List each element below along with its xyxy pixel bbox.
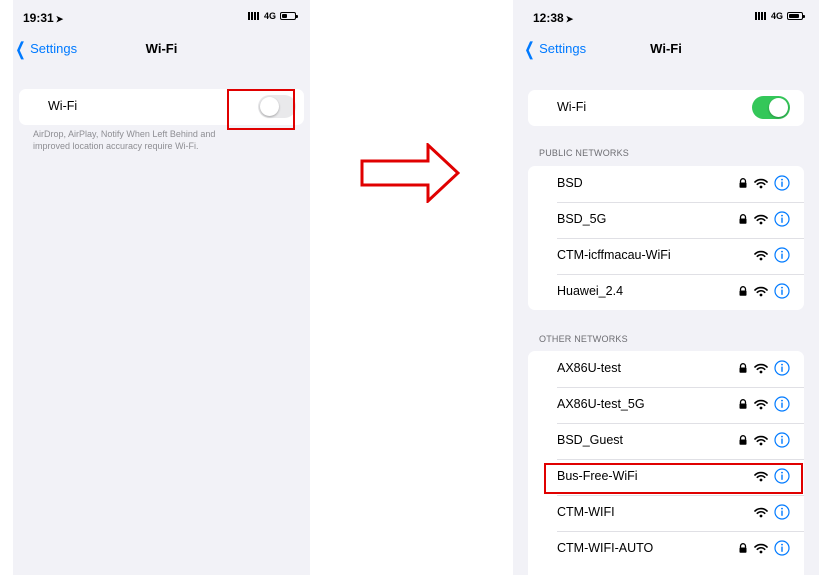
- network-status-icons: [738, 396, 790, 412]
- phone-screen-left: 19:31 ➤ 4G ❮ Settings Wi-Fi Wi-Fi AirDrop…: [13, 0, 310, 575]
- info-icon[interactable]: [774, 396, 790, 412]
- location-arrow-icon: ➤: [55, 14, 64, 24]
- wifi-cell: Wi-Fi: [528, 90, 804, 126]
- network-row[interactable]: CTM-WIFI-AUTO: [528, 531, 804, 567]
- network-name: Huawei_2.4: [557, 284, 624, 298]
- network-row[interactable]: AX86U-test_5G: [528, 387, 804, 423]
- location-arrow-icon: ➤: [565, 14, 574, 24]
- wifi-icon: [754, 250, 768, 260]
- right-arrow-icon: [360, 143, 460, 203]
- wifi-icon: [754, 543, 768, 553]
- network-name: BSD: [557, 176, 583, 190]
- navigation-bar: ❮ Settings Wi-Fi: [13, 40, 310, 60]
- network-status-icons: [738, 211, 790, 227]
- public-networks-list: BSD BSD_5G CTM-icffmacau-WiFi Huawei_2.4: [528, 166, 804, 310]
- wifi-icon: [754, 286, 768, 296]
- network-row[interactable]: Huawei_2.4: [528, 274, 804, 310]
- status-time: 12:38 ➤: [533, 11, 573, 25]
- info-icon[interactable]: [774, 175, 790, 191]
- network-name: CTM-icffmacau-WiFi: [557, 248, 671, 262]
- wifi-row: Wi-Fi: [528, 90, 804, 126]
- network-name: BSD_Guest: [557, 433, 624, 447]
- info-icon[interactable]: [774, 211, 790, 227]
- chevron-left-icon: ❮: [524, 38, 535, 59]
- wifi-toggle[interactable]: [752, 96, 790, 119]
- network-row[interactable]: CTM-WIFI: [528, 495, 804, 531]
- wifi-icon: [754, 435, 768, 445]
- signal-icon: [247, 12, 260, 20]
- wifi-label: Wi-Fi: [48, 99, 78, 113]
- info-icon[interactable]: [774, 504, 790, 520]
- highlight-bus-free-wifi: [544, 463, 803, 494]
- network-row[interactable]: BSD_5G: [528, 202, 804, 238]
- lock-icon: [739, 178, 747, 188]
- highlight-wifi-toggle: [227, 89, 295, 130]
- lock-icon: [739, 286, 747, 296]
- info-icon[interactable]: [774, 540, 790, 556]
- public-networks-header: PUBLIC NETWORKS: [539, 148, 630, 158]
- wifi-icon: [754, 507, 768, 517]
- back-label: Settings: [539, 41, 587, 56]
- lock-icon: [739, 543, 747, 553]
- status-bar: 12:38 ➤ 4G: [513, 11, 819, 25]
- back-button[interactable]: ❮ Settings: [522, 38, 587, 59]
- network-status-icons: [738, 175, 790, 191]
- status-right: 4G: [247, 11, 298, 21]
- network-status-icons: [738, 540, 790, 556]
- network-status-icons: [754, 247, 790, 263]
- info-icon[interactable]: [774, 247, 790, 263]
- wifi-label: Wi-Fi: [557, 100, 587, 114]
- info-icon[interactable]: [774, 360, 790, 376]
- other-networks-header: OTHER NETWORKS: [539, 334, 628, 344]
- status-time: 19:31 ➤: [23, 11, 63, 25]
- network-name: CTM-WIFI: [557, 505, 615, 519]
- wifi-icon: [754, 178, 768, 188]
- lock-icon: [739, 214, 747, 224]
- chevron-left-icon: ❮: [15, 38, 26, 59]
- network-name: AX86U-test_5G: [557, 397, 645, 411]
- network-type: 4G: [263, 11, 276, 21]
- wifi-icon: [754, 363, 768, 373]
- battery-icon: [787, 12, 805, 20]
- network-row[interactable]: AX86U-test: [528, 351, 804, 387]
- wifi-footnote: AirDrop, AirPlay, Notify When Left Behin…: [33, 129, 216, 151]
- network-type: 4G: [770, 11, 783, 21]
- network-row[interactable]: BSD_Guest: [528, 423, 804, 459]
- status-time-text: 19:31: [23, 11, 54, 25]
- info-icon[interactable]: [774, 283, 790, 299]
- battery-icon: [280, 12, 298, 20]
- network-status-icons: [738, 283, 790, 299]
- lock-icon: [739, 399, 747, 409]
- network-name: CTM-WIFI-AUTO: [557, 541, 654, 555]
- network-status-icons: [754, 504, 790, 520]
- network-row[interactable]: CTM-icffmacau-WiFi: [528, 238, 804, 274]
- status-right: 4G: [754, 11, 805, 21]
- network-name: BSD_5G: [557, 212, 607, 226]
- back-label: Settings: [30, 41, 78, 56]
- network-name: AX86U-test: [557, 361, 621, 375]
- lock-icon: [739, 435, 747, 445]
- back-button[interactable]: ❮ Settings: [13, 38, 78, 59]
- network-status-icons: [738, 360, 790, 376]
- status-time-text: 12:38: [533, 11, 564, 25]
- wifi-icon: [754, 399, 768, 409]
- network-status-icons: [738, 432, 790, 448]
- wifi-icon: [754, 214, 768, 224]
- toggle-knob: [769, 98, 788, 117]
- signal-icon: [754, 12, 767, 20]
- status-bar: 19:31 ➤ 4G: [13, 11, 310, 25]
- lock-icon: [739, 363, 747, 373]
- info-icon[interactable]: [774, 432, 790, 448]
- network-row[interactable]: BSD: [528, 166, 804, 202]
- navigation-bar: ❮ Settings Wi-Fi: [513, 40, 819, 60]
